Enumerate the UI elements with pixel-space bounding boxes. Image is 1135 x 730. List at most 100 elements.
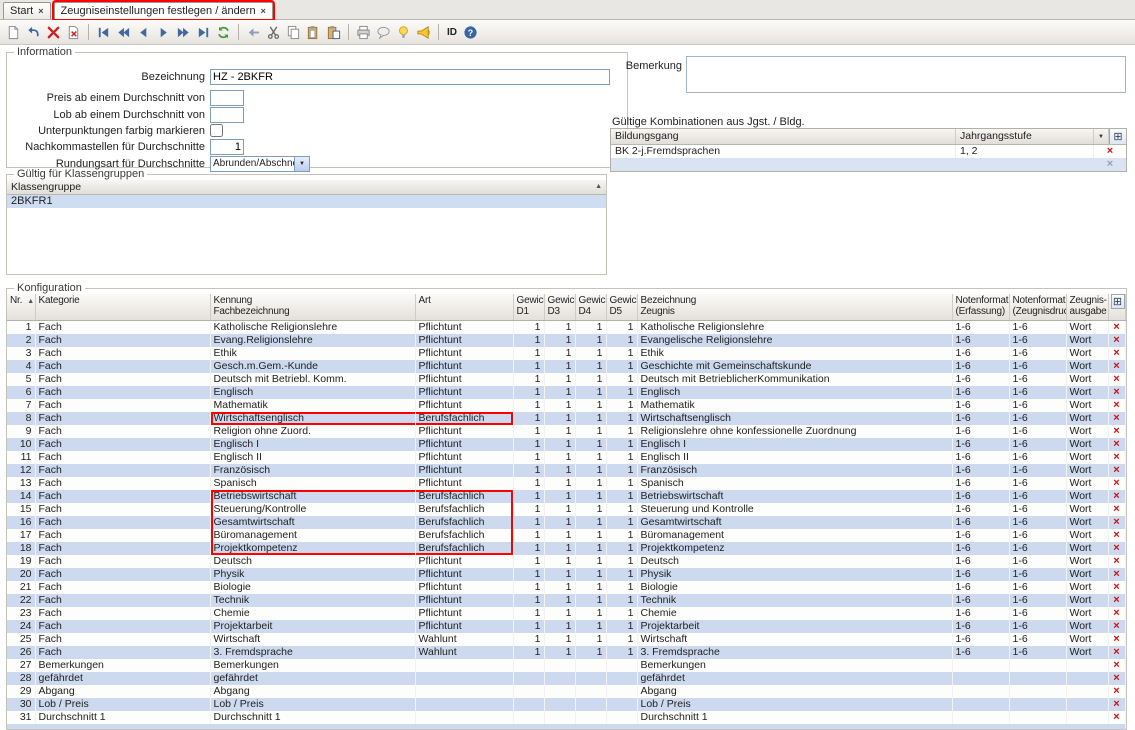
delete-row-icon[interactable]: × <box>1108 542 1125 555</box>
delete-row-icon[interactable]: × <box>1108 711 1125 724</box>
table-row[interactable]: 2 Fach Evang.Religionslehre Pflichtunt 1… <box>7 334 1125 347</box>
table-row[interactable]: 21 Fach Biologie Pflichtunt 1 1 1 1 Biol… <box>7 581 1125 594</box>
delete-row-icon[interactable]: × <box>1108 646 1125 659</box>
announcement-horn-icon[interactable] <box>414 23 433 42</box>
nav-last-icon[interactable] <box>194 23 213 42</box>
table-row[interactable]: 22 Fach Technik Pflichtunt 1 1 1 1 Techn… <box>7 594 1125 607</box>
lob-input[interactable] <box>210 107 244 123</box>
table-row[interactable]: 19 Fach Deutsch Pflichtunt 1 1 1 1 Deuts… <box>7 555 1125 568</box>
tab-close-icon[interactable]: × <box>38 6 43 16</box>
table-row[interactable]: 17 Fach Büromanagement Berufsfachlich 1 … <box>7 529 1125 542</box>
delete-row-icon[interactable]: × <box>1108 594 1125 607</box>
refresh-icon[interactable] <box>214 23 233 42</box>
col-header-nr[interactable]: Nr.▲ <box>7 294 35 320</box>
tab-close-icon[interactable]: × <box>261 6 266 16</box>
table-row[interactable]: 14 Fach Betriebswirtschaft Berufsfachlic… <box>7 490 1125 503</box>
help-icon[interactable]: ? <box>461 23 480 42</box>
table-row[interactable]: 1 Fach Katholische Religionslehre Pflich… <box>7 320 1125 334</box>
nav-fast-prev-icon[interactable] <box>114 23 133 42</box>
table-row[interactable]: 27 Bemerkungen Bemerkungen Bemerkungen × <box>7 659 1125 672</box>
col-header-zeugnisausgabe[interactable]: Zeugnis-ausgabe <box>1066 294 1108 320</box>
delete-row-icon[interactable]: × <box>1108 477 1125 490</box>
paste-special-icon[interactable] <box>324 23 343 42</box>
unterpunktungen-checkbox[interactable] <box>210 124 223 137</box>
delete-row-icon[interactable]: × <box>1108 607 1125 620</box>
kombination-new-row[interactable]: × <box>611 158 1126 171</box>
cut-icon[interactable] <box>264 23 283 42</box>
back-icon[interactable] <box>244 23 263 42</box>
delete-row-icon[interactable]: × <box>1108 425 1125 438</box>
table-row[interactable]: 3 Fach Ethik Pflichtunt 1 1 1 1 Ethik 1-… <box>7 347 1125 360</box>
table-row[interactable]: 18 Fach Projektkompetenz Berufsfachlich … <box>7 542 1125 555</box>
delete-row-icon[interactable]: × <box>1108 386 1125 399</box>
delete-row-icon[interactable]: × <box>1108 568 1125 581</box>
column-header-klassengruppe[interactable]: Klassengruppe ▲ <box>7 180 606 195</box>
col-header-gewicht-d5[interactable]: GewichtD5 <box>606 294 637 320</box>
delete-row-icon[interactable]: × <box>1108 373 1125 386</box>
delete-row-icon[interactable]: × <box>1108 672 1125 685</box>
table-row[interactable]: 20 Fach Physik Pflichtunt 1 1 1 1 Physik… <box>7 568 1125 581</box>
nav-first-icon[interactable] <box>94 23 113 42</box>
tab-zeugniseinstellungen[interactable]: Zeugniseinstellungen festlegen / ändern … <box>54 2 273 19</box>
table-row[interactable]: 28 gefährdet gefährdet gefährdet × <box>7 672 1125 685</box>
table-row[interactable]: 7 Fach Mathematik Pflichtunt 1 1 1 1 Mat… <box>7 399 1125 412</box>
table-row[interactable]: 31 Durchschnitt 1 Durchschnitt 1 Durchsc… <box>7 711 1125 724</box>
column-header-bildungsgang[interactable]: Bildungsgang <box>611 129 956 144</box>
table-row[interactable]: 15 Fach Steuerung/Kontrolle Berufsfachli… <box>7 503 1125 516</box>
delete-row-icon[interactable]: × <box>1108 412 1125 425</box>
table-row[interactable]: 13 Fach Spanisch Pflichtunt 1 1 1 1 Span… <box>7 477 1125 490</box>
discard-changes-icon[interactable] <box>64 23 83 42</box>
delete-row-icon[interactable]: × <box>1108 464 1125 477</box>
delete-row-icon[interactable]: × <box>1108 620 1125 633</box>
kombination-row[interactable]: BK 2-j.Fremdsprachen 1, 2 × <box>611 145 1126 158</box>
col-header-notenformat-erfassung[interactable]: Notenformat(Erfassung) <box>952 294 1009 320</box>
copy-icon[interactable] <box>284 23 303 42</box>
id-button[interactable]: ID <box>444 23 460 42</box>
comment-icon[interactable] <box>374 23 393 42</box>
grid-options-button[interactable]: ⊞ <box>1111 294 1125 309</box>
delete-row-icon[interactable]: × <box>1108 555 1125 568</box>
delete-row-icon[interactable]: × <box>1108 503 1125 516</box>
bemerkung-textarea[interactable] <box>686 56 1126 93</box>
delete-row-icon[interactable]: × <box>1108 698 1125 711</box>
col-header-kategorie[interactable]: Kategorie <box>35 294 210 320</box>
table-row[interactable]: 24 Fach Projektarbeit Pflichtunt 1 1 1 1… <box>7 620 1125 633</box>
paste-icon[interactable] <box>304 23 323 42</box>
nav-prev-icon[interactable] <box>134 23 153 42</box>
table-row[interactable]: 12 Fach Französisch Pflichtunt 1 1 1 1 F… <box>7 464 1125 477</box>
delete-row-icon[interactable]: × <box>1094 145 1126 158</box>
col-header-gewicht-d1[interactable]: GewichtD1 <box>513 294 544 320</box>
delete-row-icon[interactable]: × <box>1108 685 1125 698</box>
col-header-bezeichnung-zeugnis[interactable]: BezeichnungZeugnis <box>637 294 952 320</box>
delete-row-icon[interactable]: × <box>1108 633 1125 646</box>
table-row[interactable]: 9 Fach Religion ohne Zuord. Pflichtunt 1… <box>7 425 1125 438</box>
column-dropdown-icon[interactable]: ▼ <box>1094 129 1109 144</box>
table-row[interactable]: 5 Fach Deutsch mit Betriebl. Komm. Pflic… <box>7 373 1125 386</box>
delete-row-icon[interactable]: × <box>1108 451 1125 464</box>
delete-row-icon[interactable]: × <box>1108 490 1125 503</box>
delete-row-icon[interactable]: × <box>1108 438 1125 451</box>
bezeichnung-input[interactable] <box>210 69 610 85</box>
idea-bulb-icon[interactable] <box>394 23 413 42</box>
delete-row-icon[interactable]: × <box>1108 399 1125 412</box>
table-row[interactable]: 4 Fach Gesch.m.Gem.-Kunde Pflichtunt 1 1… <box>7 360 1125 373</box>
col-header-gewicht-d3[interactable]: GewichtD3 <box>544 294 575 320</box>
nachkommastellen-input[interactable] <box>210 139 244 155</box>
preis-input[interactable] <box>210 90 244 106</box>
table-row[interactable]: 25 Fach Wirtschaft Wahlunt 1 1 1 1 Wirts… <box>7 633 1125 646</box>
new-record-icon[interactable] <box>4 23 23 42</box>
delete-row-icon[interactable]: × <box>1108 320 1125 334</box>
delete-row-icon[interactable]: × <box>1108 581 1125 594</box>
table-row[interactable]: 8 Fach Wirtschaftsenglisch Berufsfachlic… <box>7 412 1125 425</box>
delete-row-icon[interactable]: × <box>1108 659 1125 672</box>
nav-fast-next-icon[interactable] <box>174 23 193 42</box>
table-row[interactable]: 6 Fach Englisch Pflichtunt 1 1 1 1 Engli… <box>7 386 1125 399</box>
col-header-notenformat-zeugnisdruck[interactable]: Notenformat(Zeugnisdruck) <box>1009 294 1066 320</box>
delete-row-icon[interactable]: × <box>1108 347 1125 360</box>
delete-row-icon[interactable]: × <box>1108 360 1125 373</box>
column-header-jahrgangsstufe[interactable]: Jahrgangsstufe <box>956 129 1094 144</box>
table-row[interactable]: 16 Fach Gesamtwirtschaft Berufsfachlich … <box>7 516 1125 529</box>
col-header-gewicht-d4[interactable]: GewichtD4 <box>575 294 606 320</box>
table-row[interactable]: 10 Fach Englisch I Pflichtunt 1 1 1 1 En… <box>7 438 1125 451</box>
clear-row-icon[interactable]: × <box>1094 158 1126 171</box>
